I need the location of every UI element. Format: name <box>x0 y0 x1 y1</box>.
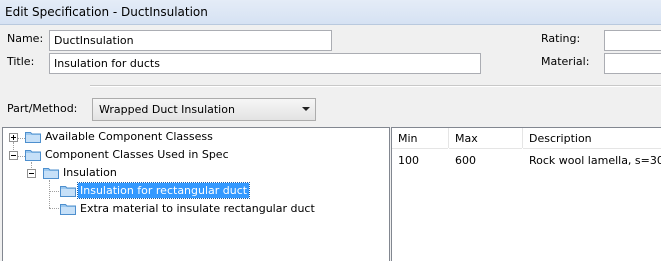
title-field[interactable]: Insulation for ducts <box>49 53 481 74</box>
title-label: Title: <box>7 55 35 68</box>
expand-plus-icon[interactable] <box>9 133 18 142</box>
tree-line <box>49 180 51 208</box>
folder-icon <box>60 186 76 197</box>
collapse-minus-icon[interactable] <box>27 169 36 178</box>
tree-line <box>17 138 25 140</box>
part-method-value: Wrapped Duct Insulation <box>99 103 235 116</box>
separator <box>90 85 661 87</box>
column-header-description[interactable]: Description <box>523 128 661 149</box>
spec-table[interactable]: Min Max Description 100 600 Rock wool la… <box>391 127 661 261</box>
material-field[interactable] <box>604 53 661 74</box>
material-label: Material: <box>541 55 590 68</box>
column-header-max[interactable]: Max <box>449 128 522 149</box>
edit-specification-window: Edit Specification - DuctInsulation Name… <box>0 0 661 261</box>
window-title: Edit Specification - DuctInsulation <box>0 0 661 25</box>
name-field[interactable]: DuctInsulation <box>49 30 332 51</box>
part-method-label: Part/Method: <box>7 102 78 115</box>
name-label: Name: <box>7 32 44 45</box>
rating-label: Rating: <box>541 32 581 45</box>
tree-item-available-component-classes[interactable]: Available Component Classess <box>43 129 215 144</box>
tree-item-insulation-rectangular-duct[interactable]: Insulation for rectangular duct <box>76 182 251 199</box>
component-tree[interactable]: Available Component Classess Component C… <box>2 127 390 261</box>
tree-line <box>49 191 59 193</box>
rating-field[interactable] <box>604 30 661 51</box>
tree-item-extra-material[interactable]: Extra material to insulate rectangular d… <box>78 201 317 216</box>
folder-icon <box>43 168 59 179</box>
tree-line <box>49 208 59 210</box>
part-method-dropdown[interactable]: Wrapped Duct Insulation <box>92 98 316 121</box>
tree-item-component-classes-used[interactable]: Component Classes Used in Spec <box>43 147 231 162</box>
collapse-minus-icon[interactable] <box>9 151 18 160</box>
cell-description: Rock wool lamella, s=30 <box>529 154 661 167</box>
cell-min: 100 <box>398 154 419 167</box>
folder-icon <box>25 150 41 161</box>
tree-line <box>17 156 25 158</box>
tree-item-insulation[interactable]: Insulation <box>61 165 119 180</box>
cell-max: 600 <box>455 154 476 167</box>
chevron-down-icon[interactable] <box>302 107 310 111</box>
column-header-min[interactable]: Min <box>392 128 448 149</box>
folder-icon <box>25 132 41 143</box>
folder-icon <box>60 204 76 215</box>
